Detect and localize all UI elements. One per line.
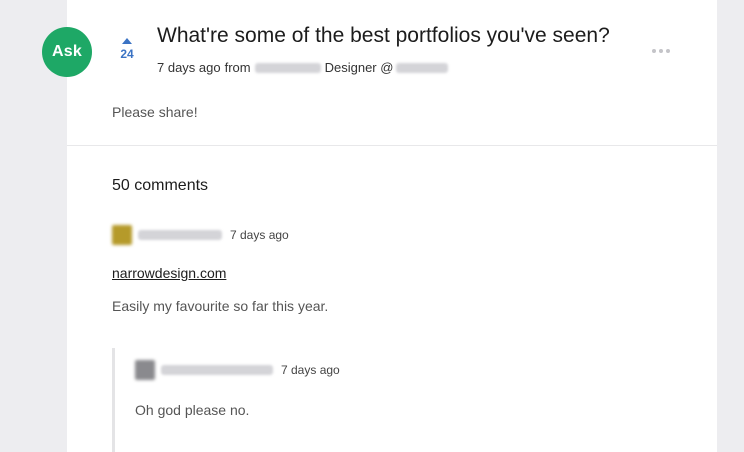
avatar[interactable]	[112, 225, 132, 245]
comment-header: 7 days ago	[112, 225, 289, 245]
post-title[interactable]: What're some of the best portfolios you'…	[157, 24, 610, 48]
divider	[67, 145, 717, 146]
comments-heading: 50 comments	[112, 177, 209, 194]
comment-link[interactable]: narrowdesign.com	[112, 265, 226, 281]
post-meta: 7 days ago from Designer @	[157, 60, 449, 75]
comment-time: 7 days ago	[230, 228, 289, 242]
commenter-name-redacted[interactable]	[138, 230, 222, 240]
upvote-arrow-icon[interactable]	[122, 38, 132, 44]
ask-badge: Ask	[42, 27, 92, 77]
upvote-button[interactable]: 24	[114, 38, 140, 61]
author-name-redacted[interactable]	[254, 62, 321, 73]
avatar[interactable]	[135, 360, 155, 380]
commenter-name-redacted[interactable]	[161, 365, 273, 375]
comment-text: Oh god please no.	[135, 402, 250, 418]
comment: 7 days ago	[112, 225, 289, 245]
more-options-icon[interactable]	[652, 49, 670, 53]
post-from-label: from	[224, 60, 251, 75]
upvote-count: 24	[120, 47, 134, 61]
author-role: Designer @	[324, 60, 394, 75]
company-name-redacted[interactable]	[396, 62, 449, 73]
comment-header: 7 days ago	[135, 360, 340, 380]
comment-text: Easily my favourite so far this year.	[112, 298, 329, 314]
reply-comment: 7 days ago	[135, 360, 340, 380]
post-body: Please share!	[112, 104, 198, 120]
reply-thread-line	[112, 348, 115, 452]
post-time: 7 days ago	[157, 60, 221, 75]
comment-time: 7 days ago	[281, 363, 340, 377]
